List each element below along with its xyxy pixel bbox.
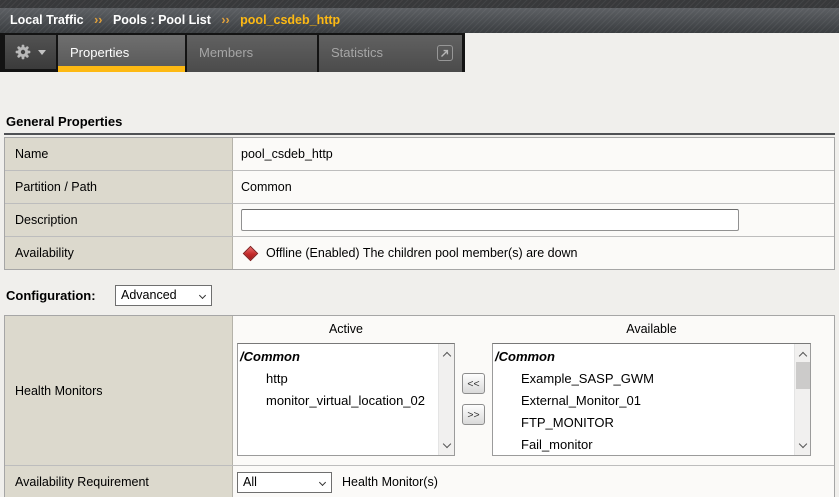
availability-requirement-select-value: All	[243, 475, 257, 489]
table-row-health-monitors: Health Monitors Active Available /Common…	[5, 316, 834, 466]
table-row-availability: Availability Offline (Enabled) The child…	[5, 237, 834, 269]
section-heading-label: General Properties	[6, 114, 122, 129]
availability-cell: Offline (Enabled) The children pool memb…	[233, 237, 834, 269]
offline-diamond-icon	[243, 245, 259, 261]
table-row-description: Description	[5, 204, 834, 237]
availability-requirement-suffix: Health Monitor(s)	[342, 475, 438, 489]
scrollbar-thumb[interactable]	[796, 362, 810, 389]
health-monitors-cell: Active Available /Common http monitor_vi…	[233, 316, 834, 465]
description-input[interactable]	[241, 209, 739, 231]
list-item-monitor[interactable]: Example_SASP_GWM	[495, 368, 810, 390]
active-monitors-listbox[interactable]: /Common http monitor_virtual_location_02	[237, 343, 455, 456]
pool-name-value: pool_csdeb_http	[233, 138, 834, 170]
table-row-availability-requirement: Availability Requirement All Health Moni…	[5, 466, 834, 497]
tab-statistics[interactable]: Statistics	[319, 35, 462, 72]
table-row-name: Name pool_csdeb_http	[5, 138, 834, 171]
scroll-up-arrow[interactable]	[795, 347, 810, 361]
tab-members[interactable]: Members	[187, 35, 317, 72]
breadcrumb-current-item: pool_csdeb_http	[240, 13, 340, 27]
row-label: Availability Requirement	[5, 466, 233, 497]
scroll-up-arrow[interactable]	[439, 347, 454, 361]
gear-icon	[15, 44, 31, 60]
chevron-down-icon	[38, 50, 46, 55]
row-label: Partition / Path	[5, 171, 233, 203]
availability-status-text: Offline (Enabled) The children pool memb…	[266, 246, 578, 260]
available-list-header: Available	[492, 322, 811, 336]
list-item-monitor[interactable]: FTP_MONITOR	[495, 412, 810, 434]
configuration-select[interactable]: Advanced	[115, 285, 212, 306]
external-link-icon[interactable]	[437, 45, 453, 61]
section-heading-general-properties: General Properties	[4, 112, 835, 135]
general-properties-table: Name pool_csdeb_http Partition / Path Co…	[4, 137, 835, 270]
row-label: Description	[5, 204, 233, 236]
configuration-select-value: Advanced	[121, 288, 177, 302]
list-item-monitor[interactable]: Fail_monitor	[495, 434, 810, 456]
availability-requirement-select[interactable]: All	[237, 472, 332, 493]
tab-properties[interactable]: Properties	[58, 35, 185, 72]
tab-label: Members	[199, 45, 253, 60]
scroll-down-arrow[interactable]	[439, 438, 454, 452]
tab-label: Statistics	[331, 45, 383, 60]
available-monitors-listbox[interactable]: /Common Example_SASP_GWM External_Monito…	[492, 343, 811, 456]
breadcrumb-section: Local Traffic	[10, 13, 84, 27]
availability-requirement-cell: All Health Monitor(s)	[233, 466, 834, 497]
configuration-label: Configuration:	[6, 288, 115, 303]
available-list-scrollbar[interactable]	[794, 344, 810, 455]
row-label: Health Monitors	[5, 316, 233, 465]
list-item-partition[interactable]: /Common	[240, 346, 454, 368]
list-item-monitor[interactable]: monitor_virtual_location_02	[240, 390, 454, 412]
table-row-partition: Partition / Path Common	[5, 171, 834, 204]
partition-path-value: Common	[233, 171, 834, 203]
chevron-down-icon	[199, 291, 206, 298]
list-item-monitor[interactable]: http	[240, 368, 454, 390]
list-item-monitor[interactable]: External_Monitor_01	[495, 390, 810, 412]
row-label: Availability	[5, 237, 233, 269]
breadcrumb-separator: ››	[221, 13, 229, 27]
move-to-active-button[interactable]: <<	[462, 373, 485, 394]
configuration-table: Health Monitors Active Available /Common…	[4, 315, 835, 497]
tab-label: Properties	[70, 45, 129, 60]
active-list-header: Active	[237, 322, 455, 336]
description-cell	[233, 204, 834, 236]
top-strip	[0, 0, 839, 8]
page-menu-button[interactable]	[5, 35, 56, 69]
list-item-partition[interactable]: /Common	[495, 346, 810, 368]
move-to-available-button[interactable]: >>	[462, 404, 485, 425]
breadcrumb-separator: ››	[94, 13, 102, 27]
active-list-scrollbar[interactable]	[438, 344, 454, 455]
row-label: Name	[5, 138, 233, 170]
tab-bar: Properties Members Statistics	[0, 33, 465, 72]
chevron-down-icon	[319, 478, 326, 485]
configuration-line: Configuration: Advanced	[6, 284, 212, 306]
breadcrumb-page-link[interactable]: Pools : Pool List	[113, 13, 211, 27]
breadcrumb: Local Traffic ›› Pools : Pool List ›› po…	[0, 8, 839, 33]
scroll-down-arrow[interactable]	[795, 438, 810, 452]
